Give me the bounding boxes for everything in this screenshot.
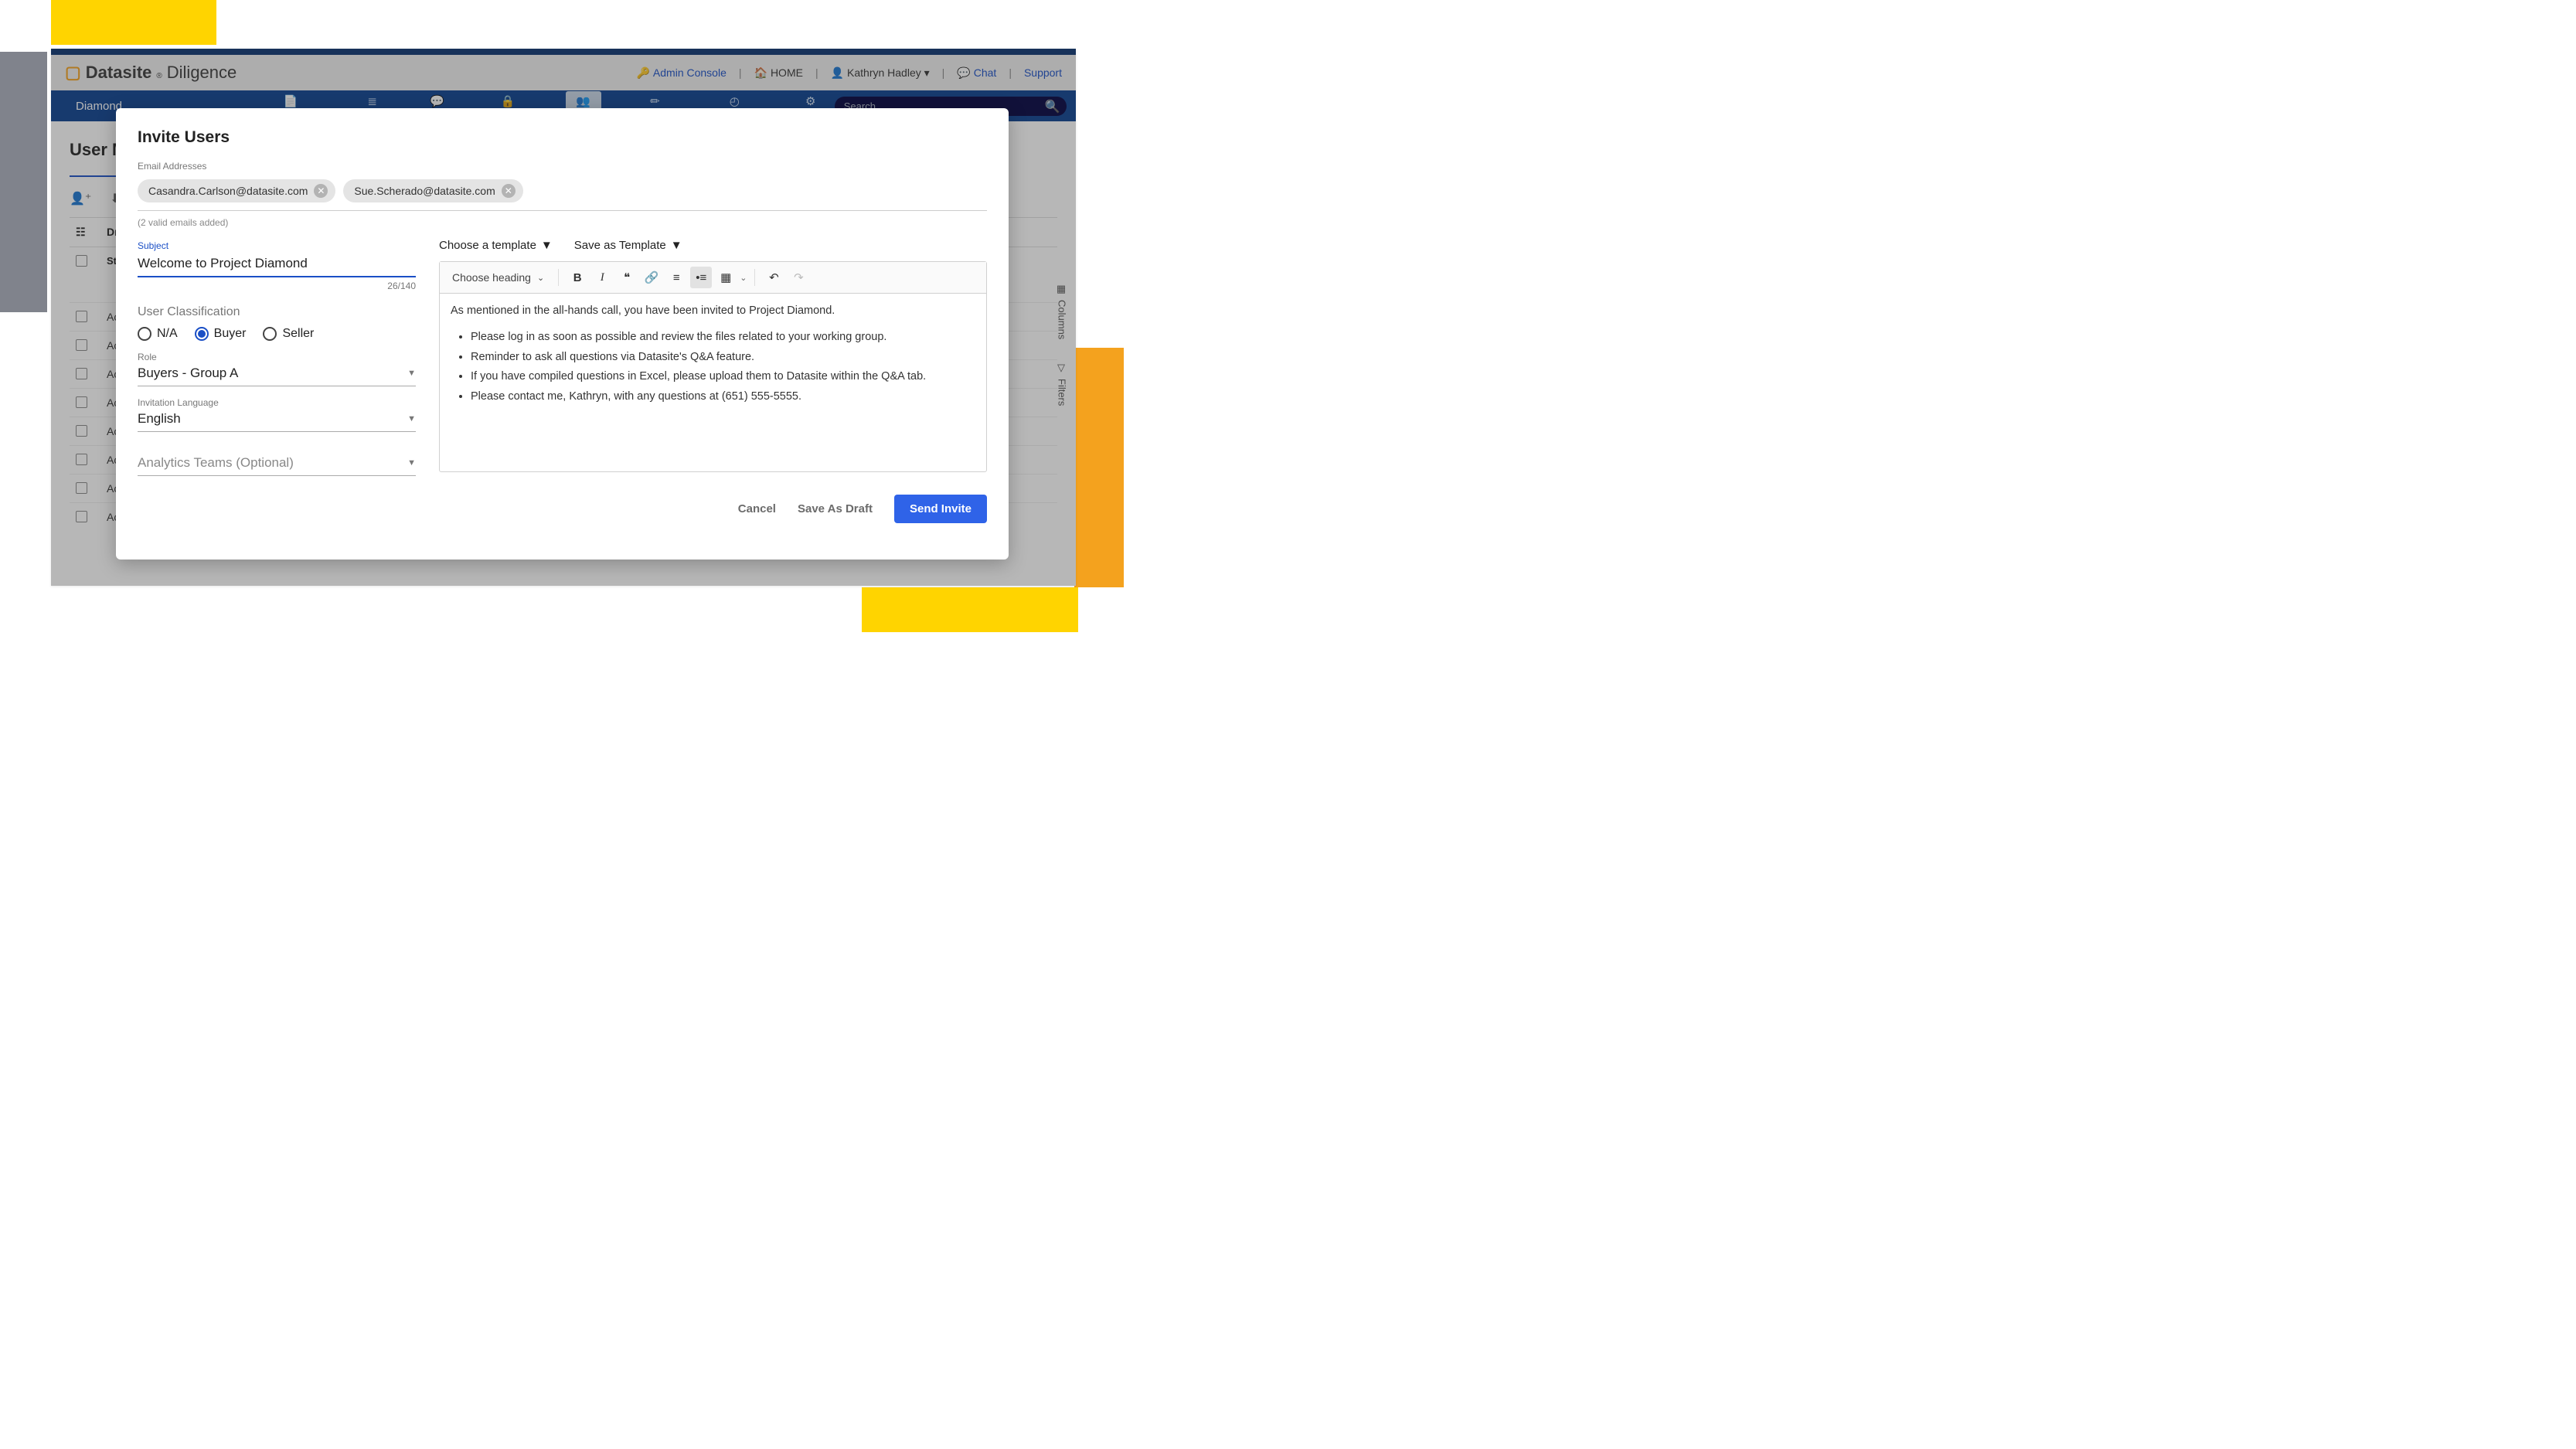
bullet-item: If you have compiled questions in Excel,… [471,369,975,386]
save-as-template-dropdown[interactable]: Save as Template ▼ [574,239,682,252]
language-field[interactable]: Invitation Language English ▼ [138,397,416,432]
decor-orange-right [1074,348,1124,587]
heading-select[interactable]: Choose heading ⌄ [446,268,550,287]
email-chipbar[interactable]: Casandra.Carlson@datasite.com✕ Sue.Schera… [138,175,987,211]
editor-intro: As mentioned in the all-hands call, you … [451,303,975,320]
subject-input[interactable] [138,253,416,277]
email-hint: (2 valid emails added) [138,217,987,228]
table-button[interactable]: ▦ [715,267,737,288]
numbered-list-button[interactable]: ≡ [665,267,687,288]
modal-footer: Cancel Save As Draft Send Invite [138,495,987,523]
radio-buyer[interactable]: Buyer [195,327,247,341]
rich-text-editor: Choose heading ⌄ B I ❝ 🔗 ≡ •≡ ▦ ⌄ ↶ ↷ As… [439,261,987,472]
email-addresses-label: Email Addresses [138,161,987,172]
chevron-down-icon: ▼ [671,239,682,252]
role-field[interactable]: Role Buyers - Group A ▼ [138,352,416,386]
language-value: English [138,411,181,427]
editor-body[interactable]: As mentioned in the all-hands call, you … [440,294,986,471]
chevron-down-icon: ▼ [407,369,416,378]
radio-na[interactable]: N/A [138,327,178,341]
decor-gray-left [0,52,47,312]
bullet-item: Please log in as soon as possible and re… [471,329,975,346]
choose-template-dropdown[interactable]: Choose a template ▼ [439,239,553,252]
quote-button[interactable]: ❝ [616,267,638,288]
radio-icon [138,327,151,341]
remove-chip-icon[interactable]: ✕ [502,184,516,198]
editor-toolbar: Choose heading ⌄ B I ❝ 🔗 ≡ •≡ ▦ ⌄ ↶ ↷ [440,262,986,294]
language-label: Invitation Language [138,397,416,408]
radio-icon [195,327,209,341]
classification-radios: N/A Buyer Seller [138,327,416,341]
modal-title: Invite Users [138,128,987,147]
decor-yellow-top [51,0,216,45]
classification-label: User Classification [138,305,416,319]
link-button[interactable]: 🔗 [641,267,662,288]
bullet-item: Reminder to ask all questions via Datasi… [471,349,975,366]
role-label: Role [138,352,416,362]
radio-icon [263,327,277,341]
bullet-list-button[interactable]: •≡ [690,267,712,288]
redo-button[interactable]: ↷ [788,267,809,288]
chevron-down-icon: ▼ [407,458,416,468]
email-chip: Casandra.Carlson@datasite.com✕ [138,179,335,202]
cancel-button[interactable]: Cancel [738,502,776,515]
subject-label: Subject [138,240,168,251]
radio-seller[interactable]: Seller [263,327,314,341]
bullet-item: Please contact me, Kathryn, with any que… [471,389,975,406]
invite-users-modal: Invite Users Email Addresses Casandra.Ca… [116,108,1009,560]
role-value: Buyers - Group A [138,366,238,381]
undo-button[interactable]: ↶ [763,267,784,288]
email-chip: Sue.Scherado@datasite.com✕ [343,179,522,202]
template-controls: Choose a template ▼ Save as Template ▼ [439,239,987,252]
italic-button[interactable]: I [591,267,613,288]
subject-counter: 26/140 [138,281,416,291]
save-as-draft-button[interactable]: Save As Draft [798,502,873,515]
decor-yellow-bottom [862,587,1078,632]
chevron-down-icon: ⌄ [537,273,544,283]
chevron-down-icon[interactable]: ⌄ [740,273,747,283]
remove-chip-icon[interactable]: ✕ [314,184,328,198]
chevron-down-icon: ▼ [541,239,553,252]
bold-button[interactable]: B [567,267,588,288]
analytics-placeholder: Analytics Teams (Optional) [138,455,294,471]
analytics-field[interactable]: Analytics Teams (Optional) ▼ [138,452,416,476]
chevron-down-icon: ▼ [407,414,416,423]
send-invite-button[interactable]: Send Invite [894,495,987,523]
